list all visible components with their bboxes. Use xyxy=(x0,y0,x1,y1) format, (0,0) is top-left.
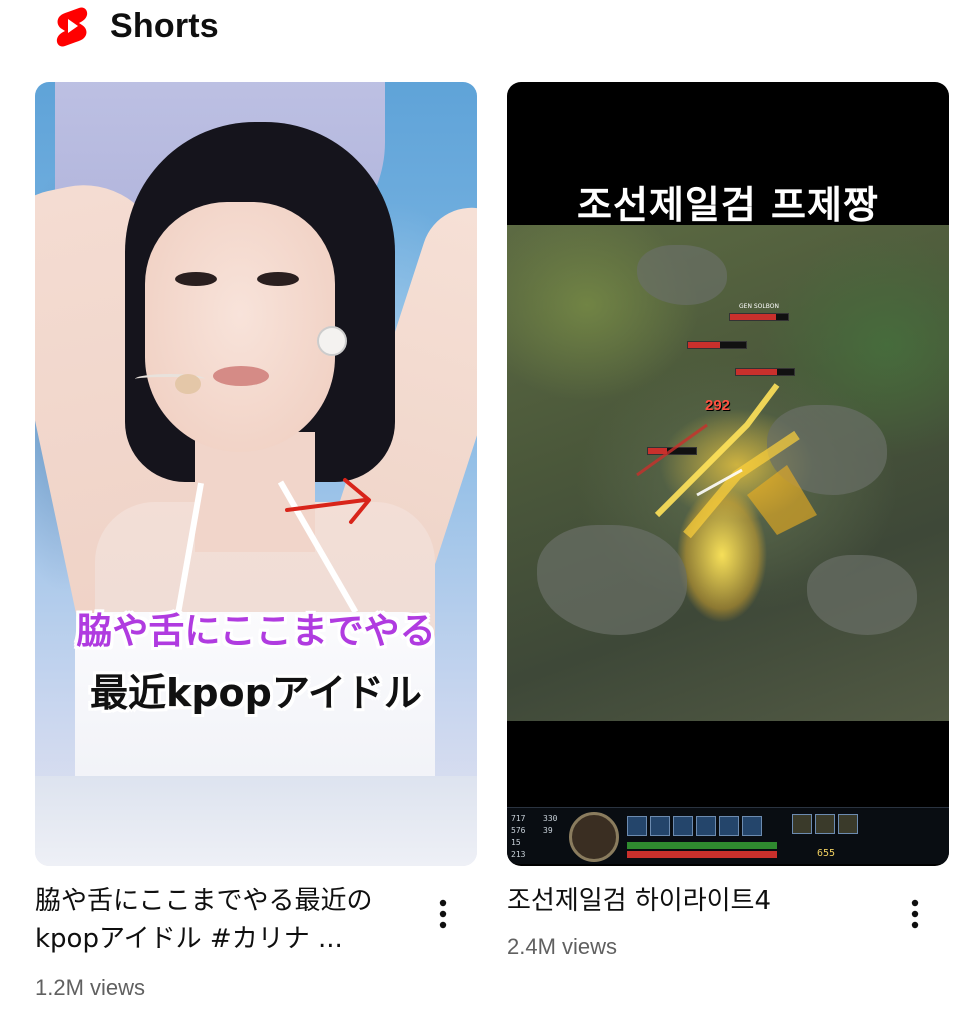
section-title: Shorts xyxy=(110,6,219,45)
thumbnail-bottom-band xyxy=(35,776,477,866)
game-scene: GEN SOLBON 292 717 576 15 213 330 39 655 xyxy=(507,225,949,864)
eye-left xyxy=(175,272,217,286)
hud-stat: 15 xyxy=(511,838,521,847)
champion-portrait xyxy=(569,812,619,862)
youtube-shorts-icon xyxy=(52,4,92,48)
item-slot xyxy=(815,814,835,834)
hud-stat: 330 xyxy=(543,814,558,823)
sword-slash-effect xyxy=(636,383,817,539)
more-options-icon[interactable] xyxy=(433,894,453,934)
short-thumbnail[interactable]: 脇や舌にここまでやる 最近kpopアイドル xyxy=(35,82,477,866)
ability-slot xyxy=(650,816,670,836)
gold-count: 655 xyxy=(817,848,836,859)
item-slot xyxy=(792,814,812,834)
hud-stat: 576 xyxy=(511,826,526,835)
ability-slot xyxy=(627,816,647,836)
thumbnail-caption-line1: 脇や舌にここまでやる xyxy=(76,611,436,652)
ability-slot xyxy=(696,816,716,836)
champion-name: GEN SOLBON xyxy=(739,303,779,310)
ability-slot xyxy=(673,816,693,836)
performer-face xyxy=(145,202,335,452)
health-bar xyxy=(729,313,789,321)
game-hud: 717 576 15 213 330 39 655 xyxy=(507,807,949,864)
eye-right xyxy=(257,272,299,286)
short-title[interactable]: 脇や舌にここまでやる最近のkpopアイドル #カリナ ... xyxy=(35,882,415,958)
ability-slot xyxy=(742,816,762,836)
hud-stat: 717 xyxy=(511,814,526,823)
hud-resource-bar xyxy=(627,851,777,858)
more-options-icon[interactable] xyxy=(905,894,925,934)
performer-lips xyxy=(213,366,269,386)
earring xyxy=(317,326,347,356)
short-thumbnail[interactable]: 조선제일검 프제짱 GEN SOLBON 292 717 576 15 213 … xyxy=(507,82,949,866)
hud-stat: 39 xyxy=(543,826,553,835)
ability-slot xyxy=(719,816,739,836)
terrain-rock xyxy=(637,245,727,305)
thumbnail-caption: 조선제일검 프제짱 xyxy=(577,183,879,227)
short-title[interactable]: 조선제일검 하이라이트4 xyxy=(507,882,887,920)
item-slot xyxy=(838,814,858,834)
red-arrow-icon xyxy=(285,472,380,537)
hud-health-bar xyxy=(627,842,777,849)
hud-stat: 213 xyxy=(511,850,526,859)
view-count: 2.4M views xyxy=(507,934,618,959)
short-card[interactable]: 脇や舌にここまでやる 最近kpopアイドル 脇や舌にここまでやる最近のkpopア… xyxy=(35,82,477,1000)
shorts-section-header: Shorts xyxy=(52,0,219,52)
health-bar xyxy=(687,341,747,349)
headset-mic-tip xyxy=(175,374,201,394)
thumbnail-caption-line2: 最近kpopアイドル xyxy=(90,671,422,715)
view-count: 1.2M views xyxy=(35,975,146,1000)
short-card[interactable]: 조선제일검 프제짱 GEN SOLBON 292 717 576 15 213 … xyxy=(507,82,949,959)
